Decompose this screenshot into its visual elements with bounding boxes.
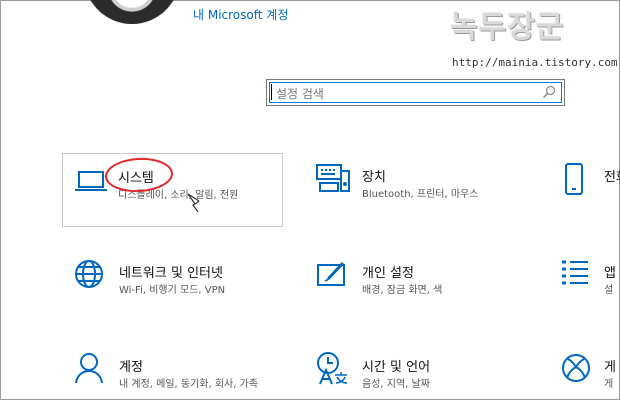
tile-title: 개인 설정 [362, 266, 414, 281]
xbox-icon [562, 354, 590, 382]
tile-description: 음성, 지역, 날짜 [362, 379, 430, 390]
phone-icon [565, 163, 583, 195]
tile-phone[interactable]: 전화 [548, 153, 620, 227]
text-caret [271, 84, 272, 100]
tile-title: 네트워크 및 인터넷 [119, 266, 223, 281]
globe-icon [75, 260, 103, 288]
paint-icon [317, 261, 345, 286]
tile-title: 전화 [604, 170, 620, 185]
watermark-title: 녹두장군 [450, 10, 565, 45]
tile-time-language[interactable]: 시간 및 언어 음성, 지역, 날짜 [300, 347, 521, 400]
tile-apps[interactable]: 앱 설 [548, 250, 620, 310]
tile-title: 게 [604, 360, 616, 375]
tile-description: 내 계정, 메일, 동기화, 회사, 가족 [119, 379, 259, 390]
tile-description: Wi-Fi, 비행기 모드, VPN [119, 285, 226, 296]
tile-system[interactable]: 시스템 디스플레이, 소리, 알림, 전원 [62, 153, 283, 227]
tile-description: 배경, 잠금 화면, 색 [362, 285, 443, 296]
tile-accounts[interactable]: 계정 내 계정, 메일, 동기화, 회사, 가족 [62, 347, 283, 400]
tile-gaming[interactable]: 게 게 [548, 347, 620, 400]
apps-list-icon [562, 260, 588, 285]
tile-description: Bluetooth, 프린터, 마우스 [362, 189, 479, 200]
tile-personalization[interactable]: 개인 설정 배경, 잠금 화면, 색 [300, 250, 521, 310]
search-icon[interactable] [542, 85, 556, 99]
settings-search-box[interactable]: 설정 검색 [266, 79, 565, 106]
tile-network[interactable]: 네트워크 및 인터넷 Wi-Fi, 비행기 모드, VPN [62, 250, 283, 310]
tile-devices[interactable]: 장치 Bluetooth, 프린터, 마우스 [300, 153, 521, 227]
person-icon [75, 353, 103, 384]
time-language-icon [317, 352, 348, 385]
watermark-url: http://mainia.tistory.com [452, 56, 618, 69]
laptop-icon [75, 171, 107, 191]
keyboard-devices-icon [316, 164, 350, 192]
tile-title: 앱 [604, 266, 616, 281]
search-placeholder: 설정 검색 [276, 87, 324, 101]
microsoft-account-link[interactable]: 내 Microsoft 계정 [193, 6, 288, 23]
tile-description: 설 [604, 285, 614, 296]
tile-description: 게 [604, 379, 614, 390]
tile-title: 장치 [362, 170, 386, 185]
tile-title: 시간 및 언어 [362, 360, 431, 375]
tile-title: 계정 [119, 360, 143, 375]
mouse-cursor [187, 193, 200, 213]
